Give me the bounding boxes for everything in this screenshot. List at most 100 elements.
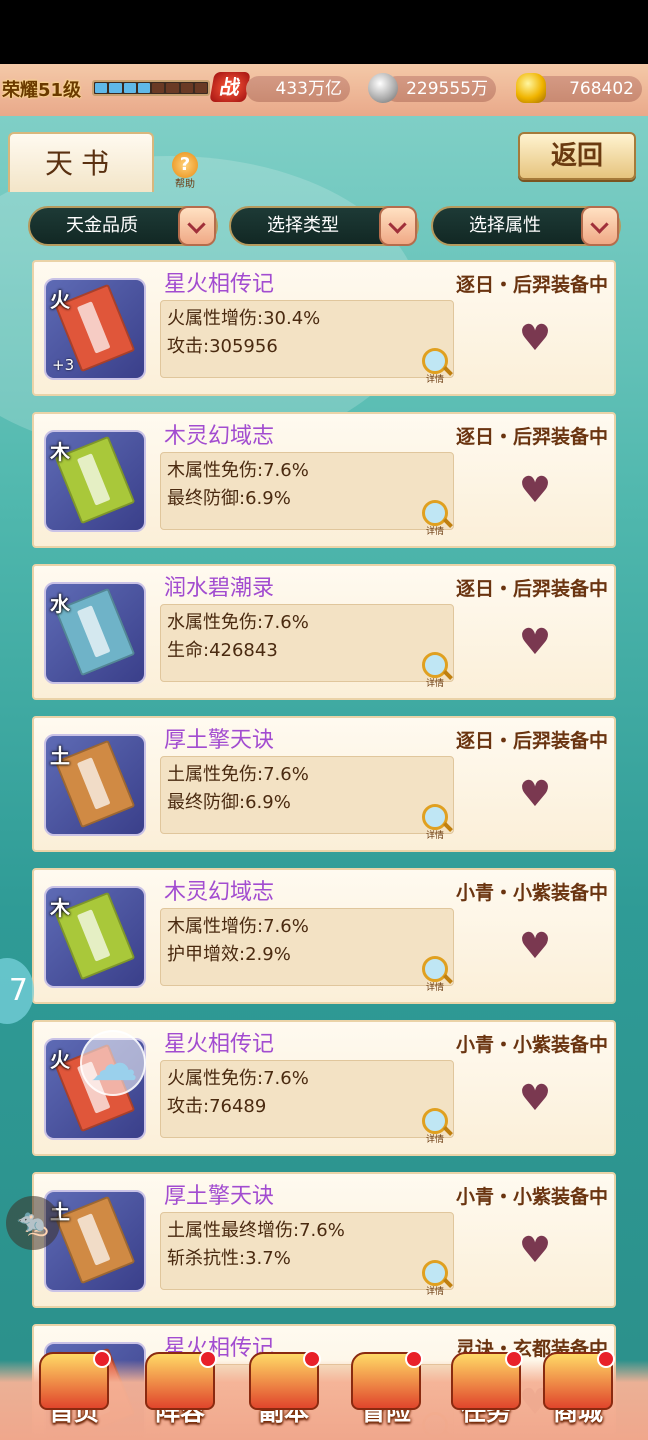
stats-panel: 木属性增伤:7.6% 护甲增效:2.9%	[160, 908, 454, 986]
book-card[interactable]: 水 润水碧潮录 逐日・后羿装备中 水属性免伤:7.6% 生命:426843 详情…	[32, 564, 616, 700]
attribute-filter[interactable]: 选择属性	[431, 206, 621, 246]
book-icon[interactable]: 土	[44, 1190, 146, 1292]
help-label: 帮助	[175, 179, 195, 190]
element-badge: 火	[50, 288, 70, 312]
stat-line-1: 火属性免伤:7.6%	[167, 1068, 309, 1089]
stat-line-2: 斩杀抗性:3.7%	[167, 1248, 291, 1269]
detail-button[interactable]: 详情	[418, 500, 452, 537]
equipped-by: 逐日・后羿装备中	[455, 426, 608, 448]
lineup-icon	[145, 1350, 217, 1410]
magnifier-icon	[422, 348, 448, 374]
adventure-icon	[351, 1350, 423, 1410]
chevron-down-icon[interactable]	[178, 206, 216, 246]
element-badge: 木	[50, 440, 70, 464]
heart-icon[interactable]: ♥	[518, 929, 552, 965]
exp-segment	[194, 83, 207, 93]
book-name: 木灵幻域志	[164, 424, 275, 449]
equipped-by: 逐日・后羿装备中	[455, 274, 608, 296]
stat-line-2: 最终防御:6.9%	[167, 488, 291, 509]
book-name: 厚土擎天诀	[164, 1184, 275, 1209]
magnifier-icon	[422, 804, 448, 830]
stats-panel: 水属性免伤:7.6% 生命:426843	[160, 604, 454, 682]
dungeon-icon	[249, 1350, 321, 1410]
chevron-down-icon[interactable]	[379, 206, 417, 246]
system-status-area	[0, 0, 648, 64]
tasks-icon	[451, 1350, 523, 1410]
magnifier-icon	[422, 652, 448, 678]
book-name: 润水碧潮录	[164, 576, 275, 601]
back-button[interactable]: 返回	[518, 132, 636, 180]
detail-button[interactable]: 详情	[418, 956, 452, 993]
equipped-by: 小青・小紫装备中	[455, 1034, 608, 1056]
stat-line-2: 生命:426843	[167, 640, 278, 661]
stat-line-2: 攻击:305956	[167, 336, 278, 357]
element-badge: 木	[50, 896, 70, 920]
stats-panel: 土属性免伤:7.6% 最终防御:6.9%	[160, 756, 454, 834]
equipped-by: 逐日・后羿装备中	[455, 578, 608, 600]
silver-value[interactable]: 229555万	[384, 76, 496, 102]
stats-panel: 火属性增伤:30.4% 攻击:305956	[160, 300, 454, 378]
help-button[interactable]: ? 帮助	[168, 152, 202, 190]
heart-icon[interactable]: ♥	[518, 1081, 552, 1117]
heart-icon[interactable]: ♥	[518, 1233, 552, 1269]
nav-shop[interactable]: 商城	[530, 1350, 626, 1440]
book-icon[interactable]: 火 +3	[44, 278, 146, 380]
magnifier-icon	[422, 1108, 448, 1134]
magnifier-icon	[422, 956, 448, 982]
stat-line-1: 火属性增伤:30.4%	[167, 308, 321, 329]
book-name: 星火相传记	[164, 272, 275, 297]
quality-filter-label: 天金品质	[66, 215, 138, 236]
exp-segment	[137, 83, 150, 93]
stat-line-1: 木属性免伤:7.6%	[167, 460, 309, 481]
silver-coin-icon	[368, 73, 398, 103]
nav-tasks[interactable]: 任务	[438, 1350, 534, 1440]
detail-button[interactable]: 详情	[418, 804, 452, 841]
stat-line-2: 攻击:76489	[167, 1096, 267, 1117]
book-icon[interactable]: 木	[44, 430, 146, 532]
book-icon[interactable]: 水	[44, 582, 146, 684]
exp-segment	[123, 83, 136, 93]
detail-button[interactable]: 详情	[418, 1108, 452, 1145]
nav-adventure[interactable]: 冒险	[338, 1350, 434, 1440]
book-icon[interactable]: 木	[44, 886, 146, 988]
power-icon: 战	[209, 72, 251, 102]
type-filter-label: 选择类型	[267, 215, 339, 236]
detail-button[interactable]: 详情	[418, 348, 452, 385]
book-card[interactable]: 土 厚土擎天诀 逐日・后羿装备中 土属性免伤:7.6% 最终防御:6.9% 详情…	[32, 716, 616, 852]
gold-ingot-icon	[516, 73, 546, 103]
enhance-level: +3	[52, 356, 75, 374]
book-card[interactable]: 火 +3 星火相传记 逐日・后羿装备中 火属性增伤:30.4% 攻击:30595…	[32, 260, 616, 396]
element-badge: 水	[50, 592, 70, 616]
nav-lineup[interactable]: 阵容	[132, 1350, 228, 1440]
heart-icon[interactable]: ♥	[518, 321, 552, 357]
book-icon[interactable]: 土	[44, 734, 146, 836]
quality-filter[interactable]: 天金品质	[28, 206, 218, 246]
detail-button[interactable]: 详情	[418, 652, 452, 689]
cloud-floating-button[interactable]	[80, 1030, 146, 1096]
magnifier-icon	[422, 1260, 448, 1286]
book-card[interactable]: 木 木灵幻域志 逐日・后羿装备中 木属性免伤:7.6% 最终防御:6.9% 详情…	[32, 412, 616, 548]
equipped-by: 小青・小紫装备中	[455, 1186, 608, 1208]
exp-segment	[166, 83, 179, 93]
stats-panel: 火属性免伤:7.6% 攻击:76489	[160, 1060, 454, 1138]
heart-icon[interactable]: ♥	[518, 625, 552, 661]
pet-floating-button[interactable]: 🐀	[6, 1196, 60, 1250]
stat-line-1: 土属性免伤:7.6%	[167, 764, 309, 785]
level-label: 荣耀51级	[2, 80, 82, 101]
element-badge: 土	[50, 744, 70, 768]
heart-icon[interactable]: ♥	[518, 777, 552, 813]
gold-value[interactable]: 768402	[530, 76, 642, 102]
detail-button[interactable]: 详情	[418, 1260, 452, 1297]
attribute-filter-label: 选择属性	[469, 215, 541, 236]
nav-dungeon[interactable]: 副本	[236, 1350, 332, 1440]
home-icon	[39, 1350, 111, 1410]
book-card[interactable]: 土 厚土擎天诀 小青・小紫装备中 土属性最终增伤:7.6% 斩杀抗性:3.7% …	[32, 1172, 616, 1308]
stats-panel: 土属性最终增伤:7.6% 斩杀抗性:3.7%	[160, 1212, 454, 1290]
type-filter[interactable]: 选择类型	[229, 206, 419, 246]
nav-home[interactable]: 首页	[26, 1350, 122, 1440]
book-card[interactable]: 木 木灵幻域志 小青・小紫装备中 木属性增伤:7.6% 护甲增效:2.9% 详情…	[32, 868, 616, 1004]
exp-segment	[109, 83, 122, 93]
stat-line-1: 土属性最终增伤:7.6%	[167, 1220, 345, 1241]
chevron-down-icon[interactable]	[581, 206, 619, 246]
heart-icon[interactable]: ♥	[518, 473, 552, 509]
